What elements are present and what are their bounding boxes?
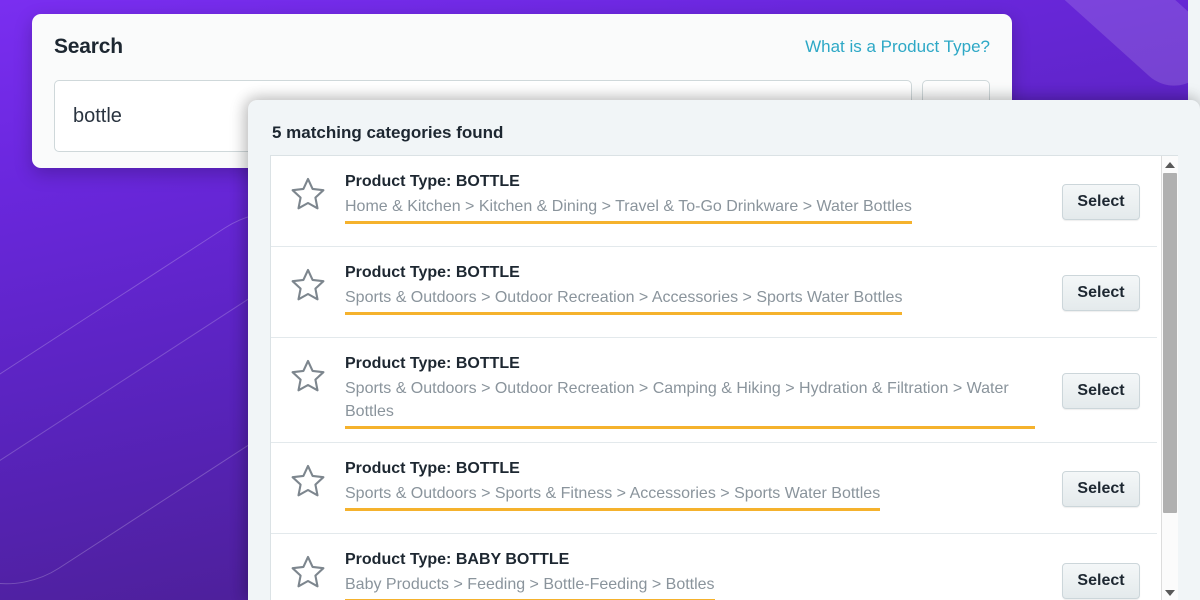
- result-row-body: Product Type: BABY BOTTLE Baby Products >…: [345, 549, 1045, 600]
- result-row[interactable]: Product Type: BABY BOTTLE Baby Products >…: [271, 534, 1157, 600]
- product-type-line: Product Type: BOTTLE: [345, 458, 1035, 480]
- select-button[interactable]: Select: [1062, 471, 1140, 507]
- star-outline-icon: [291, 359, 325, 392]
- favorite-star-cell[interactable]: [271, 171, 345, 210]
- product-type-line: Product Type: BABY BOTTLE: [345, 549, 1035, 571]
- product-type-label: Product Type:: [345, 355, 452, 372]
- result-row[interactable]: Product Type: BOTTLE Home & Kitchen > Kit…: [271, 156, 1157, 247]
- result-row[interactable]: Product Type: BOTTLE Sports & Outdoors > …: [271, 443, 1157, 534]
- scrollbar-up-button[interactable]: [1162, 156, 1179, 173]
- star-outline-icon: [291, 268, 325, 301]
- product-type-value: BOTTLE: [455, 264, 520, 281]
- results-list-container: Product Type: BOTTLE Home & Kitchen > Kit…: [270, 155, 1178, 600]
- select-button[interactable]: Select: [1062, 373, 1140, 409]
- breadcrumb-underline: [345, 312, 903, 315]
- product-type-label: Product Type:: [345, 551, 452, 568]
- breadcrumb-underline: [345, 508, 881, 511]
- result-row[interactable]: Product Type: BOTTLE Sports & Outdoors > …: [271, 338, 1157, 443]
- star-outline-icon: [291, 464, 325, 497]
- select-cell: Select: [1045, 562, 1157, 599]
- breadcrumb: Sports & Outdoors > Outdoor Recreation >…: [345, 289, 903, 306]
- select-cell: Select: [1045, 275, 1157, 311]
- product-type-label: Product Type:: [345, 173, 452, 190]
- star-outline-icon: [291, 177, 325, 210]
- scrollbar-thumb[interactable]: [1162, 173, 1177, 513]
- search-card-header: Search What is a Product Type?: [54, 30, 990, 64]
- favorite-star-cell[interactable]: [271, 262, 345, 301]
- product-type-value: BOTTLE: [455, 173, 520, 190]
- product-type-value: BOTTLE: [455, 355, 520, 372]
- breadcrumb-wrapper: Sports & Outdoors > Sports & Fitness > A…: [345, 482, 881, 511]
- select-button[interactable]: Select: [1062, 184, 1140, 220]
- breadcrumb-underline: [345, 221, 912, 224]
- breadcrumb-underline: [345, 426, 1035, 429]
- result-row[interactable]: Product Type: BOTTLE Sports & Outdoors > …: [271, 247, 1157, 338]
- breadcrumb-wrapper: Baby Products > Feeding > Bottle-Feeding…: [345, 573, 715, 600]
- breadcrumb-wrapper: Home & Kitchen > Kitchen & Dining > Trav…: [345, 195, 912, 224]
- select-cell: Select: [1045, 373, 1157, 409]
- select-button[interactable]: Select: [1062, 562, 1140, 599]
- breadcrumb-wrapper: Sports & Outdoors > Outdoor Recreation >…: [345, 286, 903, 315]
- chevron-down-icon: [1165, 589, 1175, 596]
- favorite-star-cell[interactable]: [271, 549, 345, 588]
- product-type-line: Product Type: BOTTLE: [345, 262, 1035, 284]
- product-type-label: Product Type:: [345, 460, 452, 477]
- product-type-line: Product Type: BOTTLE: [345, 171, 1035, 193]
- breadcrumb: Baby Products > Feeding > Bottle-Feeding…: [345, 576, 715, 593]
- select-button[interactable]: Select: [1062, 275, 1140, 311]
- product-type-line: Product Type: BOTTLE: [345, 353, 1035, 375]
- breadcrumb: Home & Kitchen > Kitchen & Dining > Trav…: [345, 198, 912, 215]
- result-row-body: Product Type: BOTTLE Sports & Outdoors > …: [345, 458, 1045, 511]
- breadcrumb: Sports & Outdoors > Sports & Fitness > A…: [345, 485, 881, 502]
- star-outline-icon: [291, 555, 325, 588]
- scrollbar-track[interactable]: [1162, 173, 1179, 584]
- product-type-value: BABY BOTTLE: [455, 551, 570, 568]
- select-cell: Select: [1045, 471, 1157, 507]
- results-dropdown-panel: 5 matching categories found Product Type…: [248, 100, 1200, 600]
- product-type-value: BOTTLE: [455, 460, 520, 477]
- breadcrumb-wrapper: Sports & Outdoors > Outdoor Recreation >…: [345, 377, 1035, 429]
- favorite-star-cell[interactable]: [271, 353, 345, 392]
- chevron-up-icon: [1165, 161, 1175, 168]
- result-row-body: Product Type: BOTTLE Sports & Outdoors > …: [345, 262, 1045, 315]
- product-type-label: Product Type:: [345, 264, 452, 281]
- breadcrumb: Sports & Outdoors > Outdoor Recreation >…: [345, 380, 1009, 420]
- select-cell: Select: [1045, 184, 1157, 220]
- result-row-body: Product Type: BOTTLE Sports & Outdoors > …: [345, 353, 1045, 429]
- favorite-star-cell[interactable]: [271, 458, 345, 497]
- product-type-help-link[interactable]: What is a Product Type?: [805, 37, 990, 57]
- scrollbar-down-button[interactable]: [1162, 584, 1179, 600]
- results-scrollbar[interactable]: [1161, 156, 1178, 600]
- page-title: Search: [54, 35, 123, 58]
- results-list: Product Type: BOTTLE Home & Kitchen > Kit…: [271, 156, 1157, 600]
- result-row-body: Product Type: BOTTLE Home & Kitchen > Kit…: [345, 171, 1045, 224]
- results-heading: 5 matching categories found: [272, 123, 504, 142]
